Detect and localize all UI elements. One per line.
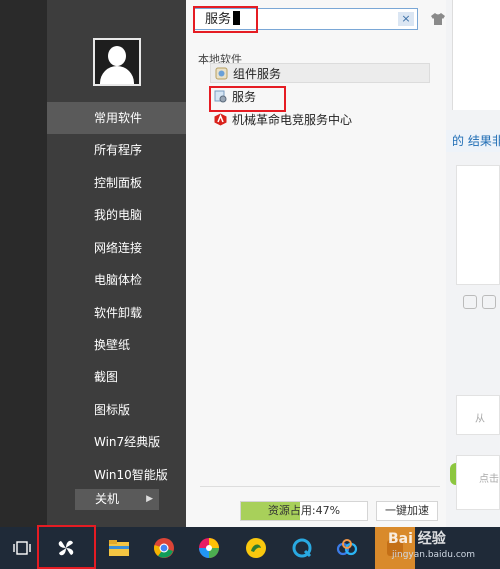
background-icon <box>482 295 496 309</box>
sidebar-item-pc-checkup[interactable]: 电脑体检 <box>47 264 186 296</box>
user-avatar[interactable] <box>93 38 141 86</box>
skin-shirt-icon[interactable] <box>430 12 446 26</box>
highlight-annotation <box>37 525 96 569</box>
start-menu-content: 服务 × 本地软件 组件服务 服务 机械革命电竞服务中心 资源占用:47% 一键… <box>186 0 446 527</box>
resource-usage-bar[interactable]: 资源占用:47% <box>240 501 368 521</box>
component-services-icon <box>215 67 228 80</box>
sidebar-item-win10-smart[interactable]: Win10智能版 <box>47 459 186 491</box>
background-window: 的 结果非 从 点击 <box>446 0 500 527</box>
file-explorer-icon[interactable] <box>99 527 139 569</box>
start-menu-sidebar: 常用软件 所有程序 控制面板 我的电脑 网络连接 电脑体检 软件卸载 换壁纸 截… <box>47 0 186 527</box>
usage-label: 资源占用:47% <box>267 504 341 517</box>
result-item-mechrevo[interactable]: 机械革命电竞服务中心 <box>210 110 430 130</box>
sidebar-item-screenshot[interactable]: 截图 <box>47 361 186 393</box>
clear-search-button[interactable]: × <box>398 12 414 26</box>
caret-right-icon[interactable]: ▶ <box>146 489 153 510</box>
background-text: 点击 <box>456 455 500 510</box>
sidebar-item-wallpaper[interactable]: 换壁纸 <box>47 329 186 361</box>
sidebar-item-icon-edition[interactable]: 图标版 <box>47 394 186 426</box>
task-view-icon[interactable] <box>2 527 42 569</box>
sidebar-item-my-computer[interactable]: 我的电脑 <box>47 199 186 231</box>
sidebar-item-common-software[interactable]: 常用软件 <box>47 102 186 134</box>
chrome-icon[interactable] <box>144 527 184 569</box>
baidu-netdisk-icon[interactable] <box>327 527 367 569</box>
sidebar-item-all-programs[interactable]: 所有程序 <box>47 134 186 166</box>
one-click-speedup-button[interactable]: 一键加速 <box>376 501 438 521</box>
cheetah-icon[interactable] <box>236 527 276 569</box>
result-label: 机械革命电竞服务中心 <box>232 113 353 127</box>
desktop-left <box>0 0 47 527</box>
sidebar-item-win7-classic[interactable]: Win7经典版 <box>47 426 186 458</box>
background-text: 的 结果非 <box>446 130 500 152</box>
highlight-annotation <box>209 86 286 112</box>
sidebar-item-network[interactable]: 网络连接 <box>47 232 186 264</box>
background-text: 从 <box>456 395 500 435</box>
watermark-url: jingyan.baidu.com <box>392 550 476 560</box>
result-item-component-services[interactable]: 组件服务 <box>210 63 430 83</box>
photos-icon[interactable] <box>189 527 229 569</box>
mechrevo-icon <box>214 113 227 126</box>
q-browser-icon[interactable] <box>282 527 322 569</box>
sidebar-item-uninstall[interactable]: 软件卸载 <box>47 297 186 329</box>
watermark-logo: Bai 经验 <box>388 531 446 547</box>
background-icon <box>463 295 477 309</box>
divider <box>200 486 440 487</box>
result-label: 组件服务 <box>233 67 282 81</box>
shutdown-button[interactable]: 关机 ▶ <box>75 489 159 510</box>
highlight-annotation <box>193 6 258 33</box>
sidebar-item-control-panel[interactable]: 控制面板 <box>47 167 186 199</box>
shutdown-label: 关机 <box>95 492 120 506</box>
